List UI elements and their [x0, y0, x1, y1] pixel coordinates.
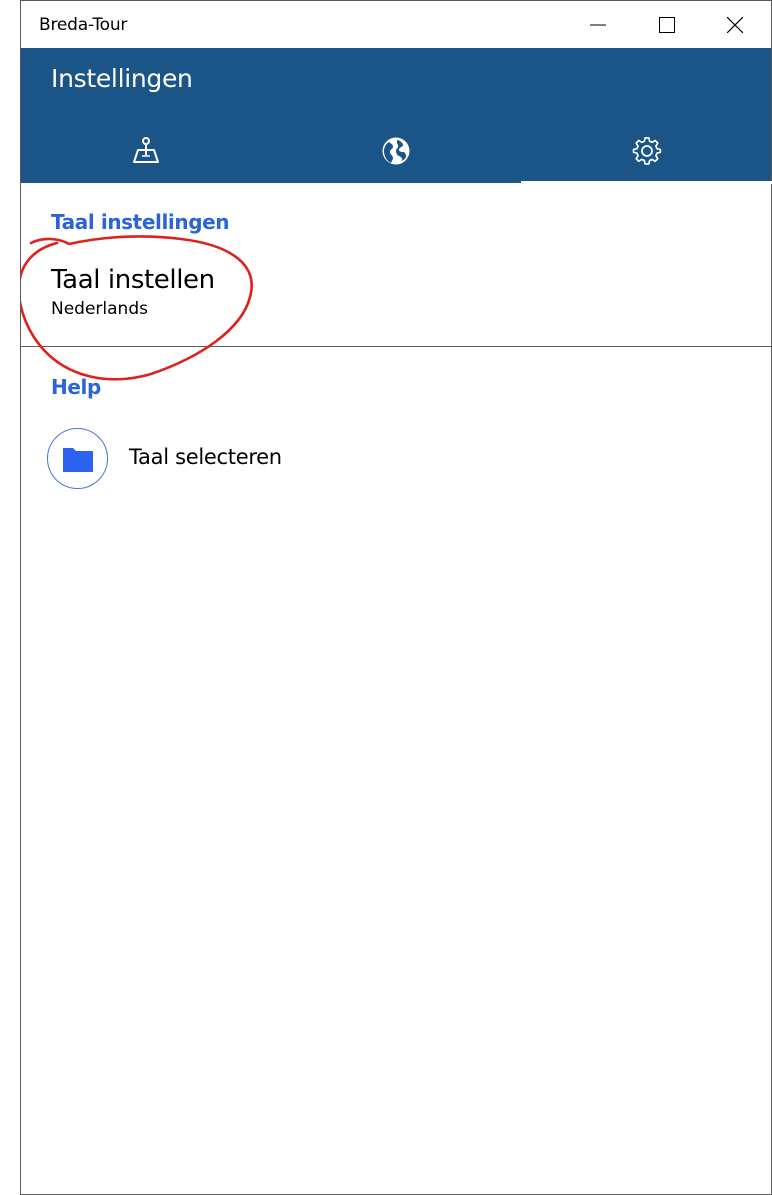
set-language-item[interactable]: Taal instellen Nederlands: [21, 251, 771, 346]
selected-tab-indicator: [521, 181, 772, 184]
tab-tour[interactable]: [21, 118, 271, 183]
maximize-button[interactable]: [633, 1, 701, 48]
tab-bar: [21, 118, 772, 184]
tab-world[interactable]: [271, 118, 521, 183]
minimize-icon: [590, 24, 606, 25]
folder-icon: [62, 447, 93, 472]
tab-settings[interactable]: [521, 118, 772, 183]
app-window: Breda-Tour Instellingen Taal instellinge…: [20, 0, 772, 1195]
title-bar[interactable]: Breda-Tour: [21, 1, 771, 48]
help-item-select-language[interactable]: Taal selecteren: [47, 428, 447, 490]
gear-icon: [632, 136, 661, 165]
app-title: Breda-Tour: [39, 15, 128, 35]
close-icon: [727, 16, 743, 33]
help-icon-circle: [47, 428, 108, 489]
map-pin-icon: [133, 136, 159, 163]
page-header: Instellingen: [21, 48, 772, 184]
help-item-label: Taal selecteren: [129, 445, 282, 469]
section-heading-help: Help: [51, 375, 101, 399]
section-heading-language: Taal instellingen: [51, 210, 230, 234]
close-button[interactable]: [701, 1, 769, 48]
page-title: Instellingen: [51, 64, 193, 93]
maximize-icon: [659, 16, 675, 33]
setting-value: Nederlands: [51, 299, 148, 319]
divider: [21, 346, 771, 347]
minimize-button[interactable]: [564, 1, 632, 48]
setting-title: Taal instellen: [51, 265, 215, 295]
globe-icon: [382, 137, 410, 164]
